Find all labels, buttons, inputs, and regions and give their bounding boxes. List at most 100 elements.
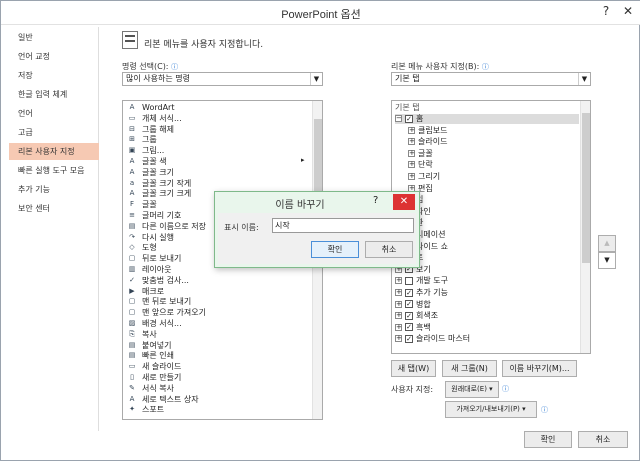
command-label: 개체 서식... <box>142 113 182 123</box>
tree-item-label: 회색조 <box>416 311 439 321</box>
tab-checkbox[interactable]: ✓ <box>405 288 413 297</box>
command-item[interactable]: ▤ 붙여넣기 <box>126 341 172 351</box>
sidebar-item[interactable]: 추가 기능 <box>9 181 99 198</box>
command-item[interactable]: a 글꼴 크기 작게 <box>126 179 191 189</box>
ribbon-tree-item[interactable]: − ✓ 홈 <box>395 114 579 124</box>
command-item[interactable]: ▶ 매크로 <box>126 287 164 297</box>
ribbon-tree[interactable]: 기본 탭 −✓홈+클립보드+슬라이드+글꼴+단락+그리기+편집+✓입+✓자인+✓… <box>391 100 591 354</box>
ribbon-tree-item[interactable]: + 단락 <box>408 160 433 170</box>
new-group-button[interactable]: 새 그룹(N) <box>442 360 497 377</box>
ribbon-tree-item[interactable]: + 글꼴 <box>408 149 433 159</box>
command-label: 글꼴 크기 크게 <box>142 189 192 199</box>
command-item[interactable]: A 세로 텍스트 상자 <box>126 395 199 405</box>
expand-icon[interactable]: + <box>408 161 415 169</box>
rename-button[interactable]: 이름 바꾸기(M)... <box>502 360 577 377</box>
tab-checkbox[interactable]: ✓ <box>405 323 413 332</box>
sidebar-item[interactable]: 언어 <box>9 105 99 122</box>
expand-icon[interactable]: + <box>395 289 402 296</box>
command-item[interactable]: ✦ 스포트 <box>126 405 164 415</box>
move-up-button[interactable]: ▲ <box>598 235 616 252</box>
command-item[interactable]: ▨ 배경 서식... <box>126 319 182 329</box>
command-icon: ▢ <box>128 297 136 306</box>
tab-checkbox[interactable]: ✓ <box>405 300 413 309</box>
dialog-cancel-button[interactable]: 취소 <box>365 241 413 258</box>
command-item[interactable]: ▢ 뒤로 보내기 <box>126 254 182 264</box>
command-item[interactable]: F 글꼴 <box>126 200 157 210</box>
command-item[interactable]: ✎ 서식 복사 <box>126 384 174 394</box>
command-item[interactable]: ▤ 다른 이름으로 저장 <box>126 222 206 232</box>
command-item[interactable]: ◇ 도형 <box>126 243 156 253</box>
tab-checkbox[interactable]: ✓ <box>405 114 413 123</box>
ribbon-tree-item[interactable]: + 그리기 <box>408 172 440 182</box>
command-item[interactable]: ✓ 맞춤법 검사... <box>126 276 189 286</box>
expand-icon[interactable]: + <box>395 300 402 308</box>
sidebar-item[interactable]: 보안 센터 <box>9 200 99 217</box>
command-item[interactable]: A 글꼴 크기 크게 <box>126 189 192 199</box>
ribbon-tree-item[interactable]: + ✓ 추가 기능 <box>395 288 448 298</box>
ribbon-tree-item[interactable]: + 개발 도구 <box>395 276 448 286</box>
expand-icon[interactable]: + <box>408 138 415 146</box>
sidebar-item[interactable]: 저장 <box>9 67 99 84</box>
collapse-icon[interactable]: − <box>395 115 402 122</box>
command-item[interactable]: ▣ 그림... <box>126 146 165 156</box>
ribbon-tree-item[interactable]: + ✓ 병합 <box>395 300 431 310</box>
command-item[interactable]: ▤ 빠른 인쇄 <box>126 351 174 361</box>
scrollbar-thumb[interactable] <box>582 113 590 263</box>
command-item[interactable]: ⊟ 그룹 해제 <box>126 125 174 135</box>
command-item[interactable]: ⊞ 그룹 <box>126 135 157 145</box>
dialog-close-icon[interactable]: ✕ <box>393 194 415 210</box>
command-item[interactable]: A 글꼴 크기 <box>126 168 174 178</box>
sidebar-item[interactable]: 리본 사용자 지정 <box>9 143 99 160</box>
help-icon[interactable]: ? <box>595 1 617 23</box>
tab-checkbox[interactable]: ✓ <box>405 311 413 320</box>
ok-button[interactable]: 확인 <box>524 431 572 448</box>
sidebar-item[interactable]: 한글 입력 체계 <box>9 86 99 103</box>
sidebar-item[interactable]: 일반 <box>9 29 99 46</box>
commands-dropdown[interactable]: 많이 사용하는 명령 ▼ <box>122 72 323 86</box>
display-name-input[interactable]: 시작 <box>272 218 414 233</box>
command-item[interactable]: ▭ 개체 서식... <box>126 114 182 124</box>
ribbon-tree-item[interactable]: + ✓ 슬라이드 마스터 <box>395 334 470 344</box>
close-icon[interactable]: ✕ <box>617 1 639 23</box>
ribbon-tree-item[interactable]: + 클립보드 <box>408 126 447 136</box>
tree-item-label: 그리기 <box>418 172 441 181</box>
tab-checkbox[interactable]: ✓ <box>405 334 413 343</box>
expand-icon[interactable]: + <box>395 277 402 285</box>
expand-icon[interactable]: + <box>408 149 415 157</box>
command-item[interactable]: ↷ 다시 실행 <box>126 233 174 243</box>
expand-icon[interactable]: + <box>395 323 402 331</box>
command-item[interactable]: ▢ 맨 앞으로 가져오기 <box>126 308 206 318</box>
expand-icon[interactable]: + <box>395 335 402 343</box>
ribbon-scrollbar[interactable] <box>580 101 590 353</box>
command-item[interactable]: ▥ 레이아웃 <box>126 265 172 275</box>
dialog-help-icon[interactable]: ? <box>373 195 378 206</box>
command-item[interactable]: A WordArt <box>126 103 175 113</box>
command-item[interactable]: ▭ 새 슬라이드 <box>126 362 182 372</box>
sidebar-item[interactable]: 고급 <box>9 124 99 141</box>
expand-icon[interactable]: + <box>408 173 415 180</box>
move-down-button[interactable]: ▼ <box>598 252 616 269</box>
chevron-down-icon[interactable]: ▼ <box>310 73 322 85</box>
ribbon-dropdown[interactable]: 기본 탭 ▼ <box>391 72 591 86</box>
command-item[interactable]: ≡ 글머리 기호 <box>126 211 181 221</box>
chevron-down-icon[interactable]: ▼ <box>578 73 590 85</box>
new-tab-button[interactable]: 새 탭(W) <box>391 360 436 377</box>
reset-button[interactable]: 원래대로(E) ▾ <box>445 381 499 398</box>
ribbon-tree-item[interactable]: + ✓ 흑백 <box>395 323 431 333</box>
expand-icon[interactable]: + <box>395 312 402 320</box>
sidebar-item[interactable]: 빠른 실행 도구 모음 <box>9 162 99 179</box>
dialog-ok-button[interactable]: 확인 <box>311 241 359 258</box>
ribbon-tree-item[interactable]: + ✓ 회색조 <box>395 311 438 321</box>
command-item[interactable]: ▢ 맨 뒤로 보내기 <box>126 297 192 307</box>
ribbon-tree-item[interactable]: + 슬라이드 <box>408 137 447 147</box>
command-item[interactable]: A 글꼴 색 <box>126 157 167 167</box>
sidebar-item[interactable]: 언어 교정 <box>9 48 99 65</box>
import-export-button[interactable]: 가져오기/내보내기(P) ▾ <box>445 401 537 418</box>
tab-checkbox[interactable] <box>405 276 413 285</box>
command-label: 그룹 <box>142 135 157 145</box>
expand-icon[interactable]: + <box>408 126 415 134</box>
command-item[interactable]: ⎘ 복사 <box>126 330 157 340</box>
command-item[interactable]: ▯ 새로 만들기 <box>126 373 181 383</box>
command-label: 다시 실행 <box>142 232 174 242</box>
cancel-button[interactable]: 취소 <box>578 431 628 448</box>
